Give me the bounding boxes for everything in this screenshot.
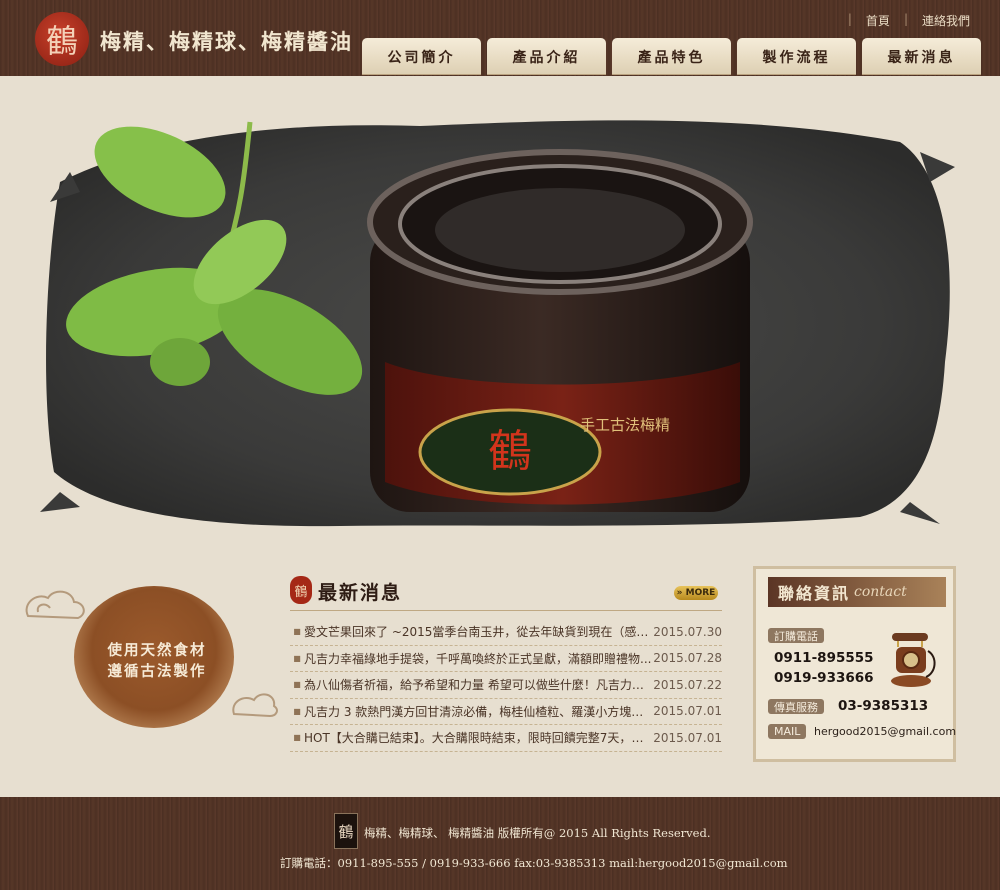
news-item[interactable]: ■ 愛文芒果回來了 ~2015當季台南玉井，從去年缺貨到現在（感動） 2015.… xyxy=(290,619,722,646)
bullet-icon: ■ xyxy=(293,653,301,663)
news-item[interactable]: ■ 為八仙傷者祈福，給予希望和力量 希望可以做些什麼！凡吉力陽... 2015.… xyxy=(290,672,722,699)
bullet-icon: ■ xyxy=(293,627,301,637)
contact-link[interactable]: 連絡我們 xyxy=(922,12,970,29)
nav-tab-news[interactable]: 最新消息 xyxy=(862,38,981,75)
fax-label: 傳真服務 xyxy=(768,699,824,714)
footer-seal-icon: 鶴 xyxy=(334,813,358,849)
news-section: 鶴 最新消息 » MORE ■ 愛文芒果回來了 ~2015當季台南玉井，從去年缺… xyxy=(290,574,722,752)
footer-copyright: 梅精、梅精球、 梅精醬油 版權所有@ 2015 All Rights Reser… xyxy=(364,826,711,840)
jar-label-char: 鶴 xyxy=(488,426,532,477)
news-item-date: 2015.07.01 xyxy=(653,704,722,719)
news-item[interactable]: ■ 凡吉力 3 款熱門漢方回甘清涼必備，梅桂仙楂粒、羅漢小方塊等... 2015… xyxy=(290,699,722,725)
news-item-date: 2015.07.28 xyxy=(653,651,722,666)
header: 鶴 梅精、梅精球、梅精醬油 | 首頁 | 連絡我們 公司簡介 產品介紹 產品特色… xyxy=(0,0,1000,76)
news-item-date: 2015.07.22 xyxy=(653,677,722,692)
nav-tab-features[interactable]: 產品特色 xyxy=(612,38,731,75)
email-link[interactable]: hergood2015@gmail.com xyxy=(814,725,956,738)
telephone-icon xyxy=(891,633,936,687)
contact-title-zh: 聯絡資訊 xyxy=(778,584,851,603)
nav-tab-process[interactable]: 製作流程 xyxy=(737,38,856,75)
more-button[interactable]: » MORE xyxy=(674,586,718,600)
cloud-ornament-icon xyxy=(25,590,85,620)
order-phone-label: 訂購電話 xyxy=(768,628,824,643)
news-item-text: HOT【大合購已結束】。大合購限時結束，限時回饋完整7天，夏... xyxy=(304,731,652,746)
news-item[interactable]: ■ HOT【大合購已結束】。大合購限時結束，限時回饋完整7天，夏... 2015… xyxy=(290,725,722,752)
news-item-text: 愛文芒果回來了 ~2015當季台南玉井，從去年缺貨到現在（感動） xyxy=(304,625,652,640)
news-title: 最新消息 xyxy=(318,582,403,604)
footer-contact-line: 訂購電話：0911-895-555 / 0919-933-666 fax:03-… xyxy=(280,856,788,870)
nav-tab-about[interactable]: 公司簡介 xyxy=(362,38,481,75)
bullet-icon: ■ xyxy=(293,733,301,743)
news-seal-icon: 鶴 xyxy=(290,576,312,604)
mail-label: MAIL xyxy=(768,724,807,739)
bullet-icon: ■ xyxy=(293,706,301,716)
news-item-date: 2015.07.30 xyxy=(653,624,722,639)
cloud-ornament-icon xyxy=(232,693,278,718)
nav-tab-products[interactable]: 產品介紹 xyxy=(487,38,606,75)
separator: | xyxy=(847,12,852,26)
news-item[interactable]: ■ 凡吉力幸福綠地手提袋，千呼萬喚終於正式呈獻，滿額即贈禮物... 2015.0… xyxy=(290,646,722,672)
meijing-jar: 鶴 手工古法梅精 xyxy=(367,149,753,512)
more-label: MORE xyxy=(685,588,716,598)
contact-panel: 聯絡資訊 contact 訂購電話 0911-895555 0919-93366… xyxy=(753,566,956,762)
hero-illustration: 鶴 手工古法梅精 xyxy=(40,120,955,527)
home-link[interactable]: 首頁 xyxy=(866,12,890,29)
news-item-text: 凡吉力 3 款熱門漢方回甘清涼必備，梅桂仙楂粒、羅漢小方塊等... xyxy=(304,704,652,719)
phone-2[interactable]: 0919-933666 xyxy=(774,670,874,686)
brand-tagline: 梅精、梅精球、梅精醬油 xyxy=(100,29,353,54)
hero-banner: 鶴 手工古法梅精 xyxy=(40,112,960,532)
news-header: 鶴 最新消息 » MORE xyxy=(290,574,722,611)
badge-text: 使用天然食材 遵循古法製作 xyxy=(82,640,232,682)
footer: 鶴 梅精、梅精球、 梅精醬油 版權所有@ 2015 All Rights Res… xyxy=(0,797,1000,890)
fax-number[interactable]: 03-9385313 xyxy=(838,698,928,714)
main-nav: 公司簡介 產品介紹 產品特色 製作流程 最新消息 xyxy=(362,38,981,75)
separator: | xyxy=(903,12,908,26)
news-item-date: 2015.07.01 xyxy=(653,730,722,745)
news-list: ■ 愛文芒果回來了 ~2015當季台南玉井，從去年缺貨到現在（感動） 2015.… xyxy=(290,619,722,752)
contact-title: 聯絡資訊 contact xyxy=(768,577,946,607)
news-item-text: 凡吉力幸福綠地手提袋，千呼萬喚終於正式呈獻，滿額即贈禮物... xyxy=(304,651,652,666)
contact-title-en: contact xyxy=(854,584,907,600)
bullet-icon: ■ xyxy=(293,680,301,690)
phone-1[interactable]: 0911-895555 xyxy=(774,650,874,666)
slogan-badge: 使用天然食材 遵循古法製作 xyxy=(20,582,280,732)
badge-line-2: 遵循古法製作 xyxy=(107,663,207,680)
jar-label-text: 手工古法梅精 xyxy=(580,416,670,434)
news-item-text: 為八仙傷者祈福，給予希望和力量 希望可以做些什麼！凡吉力陽... xyxy=(304,678,652,693)
top-links: | 首頁 | 連絡我們 xyxy=(848,12,970,29)
logo-seal[interactable]: 鶴 xyxy=(35,12,89,66)
badge-line-1: 使用天然食材 xyxy=(107,642,207,659)
